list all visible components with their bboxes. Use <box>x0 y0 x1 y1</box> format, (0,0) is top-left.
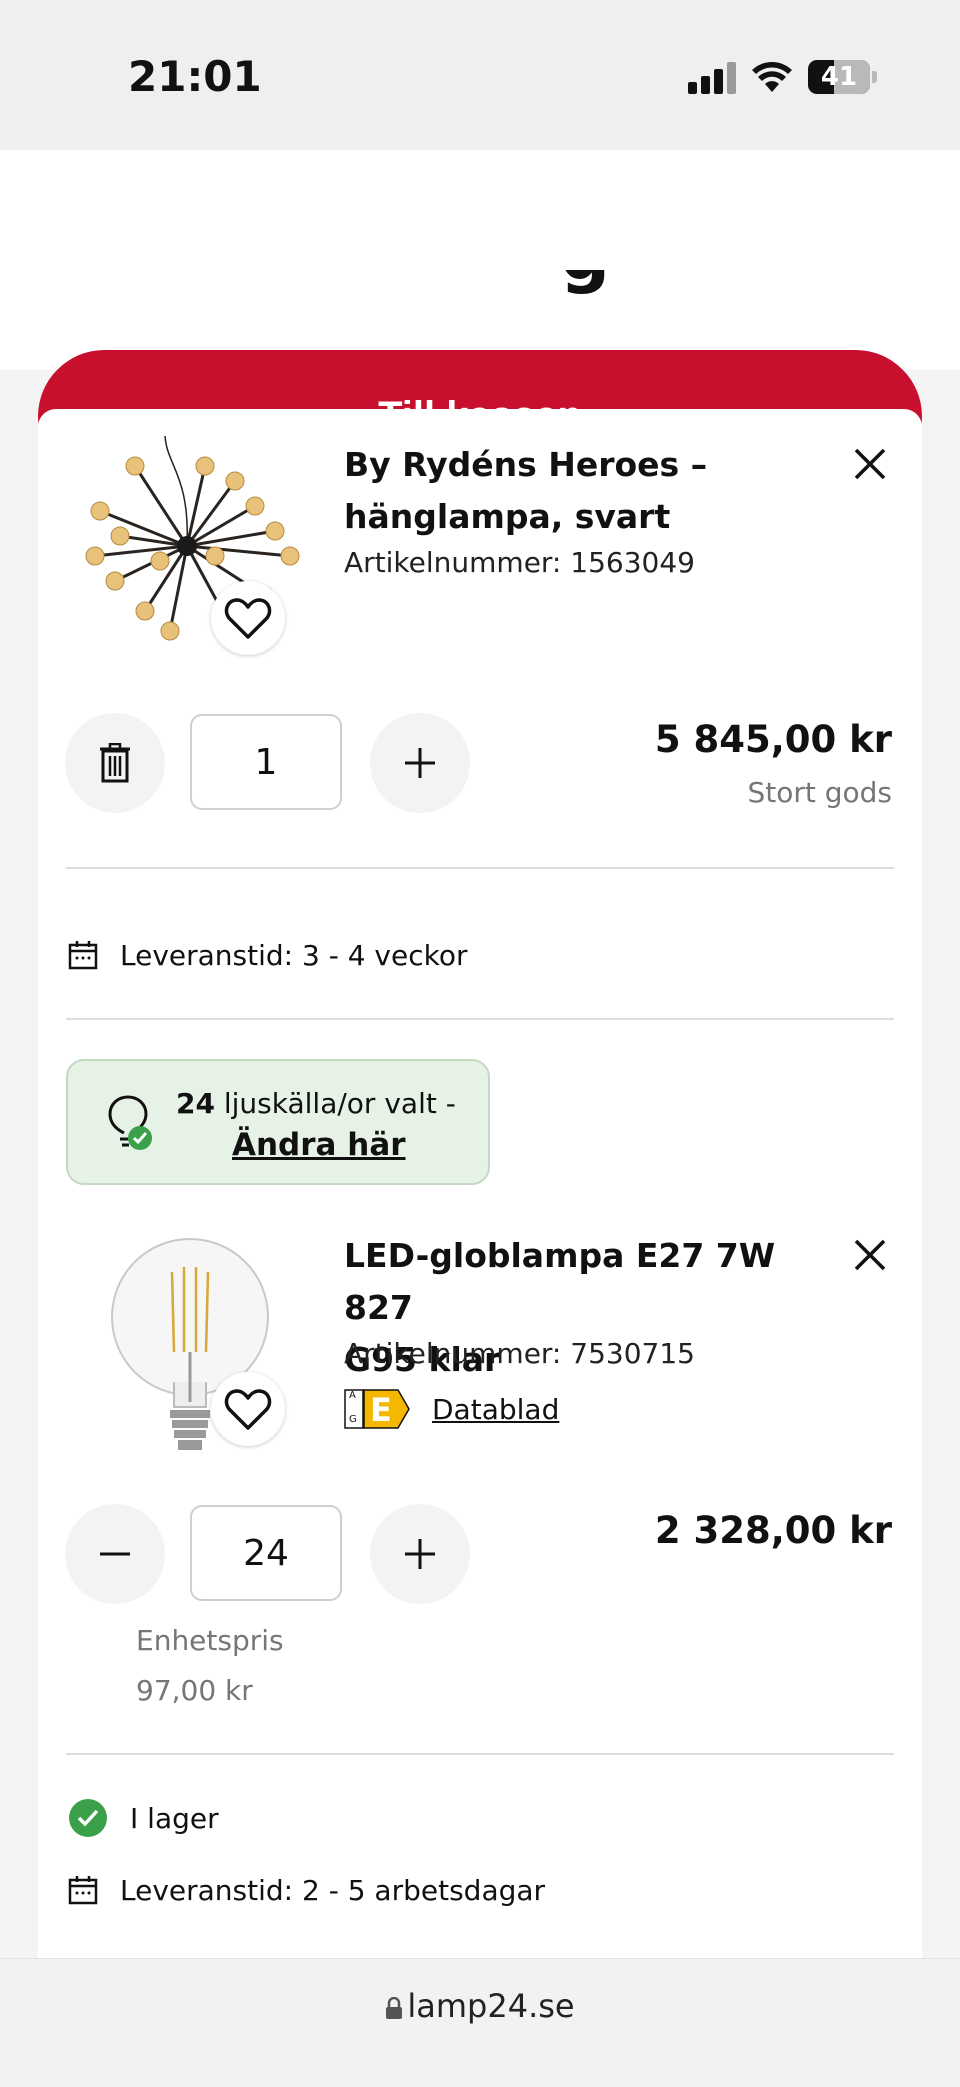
article-number: Artikelnummer: 7530715 <box>344 1337 695 1370</box>
battery-icon: 41 <box>808 60 877 94</box>
delivery-info: Leveranstid: 2 - 5 arbetsdagar <box>68 1870 545 1910</box>
url-display[interactable]: lamp24.se <box>0 1987 960 2025</box>
increase-quantity-button[interactable] <box>370 713 470 813</box>
energy-class-icon: A G E <box>344 1389 410 1429</box>
energy-label-row: A G E Datablad <box>344 1389 559 1429</box>
datasheet-link[interactable]: Datablad <box>432 1393 559 1426</box>
plus-icon <box>405 1539 435 1569</box>
heart-icon <box>224 1389 272 1430</box>
calendar-icon <box>68 941 98 970</box>
remove-item-close-icon[interactable] <box>850 444 890 484</box>
product-title[interactable]: By Rydéns Heroes – hänglampa, svart <box>344 439 824 543</box>
unit-price: 97,00 kr <box>136 1674 253 1707</box>
shipping-note: Stort gods <box>747 776 892 809</box>
status-time: 21:01 <box>128 52 262 101</box>
battery-level: 41 <box>820 62 858 92</box>
stock-status: I lager <box>68 1798 219 1838</box>
article-number: Artikelnummer: 1563049 <box>344 546 695 579</box>
favorite-button[interactable] <box>211 1372 285 1446</box>
badge-text: 24 ljuskälla/or valt - <box>176 1087 456 1120</box>
checkout-panel: g Till kassan <box>0 150 960 483</box>
unit-price-label: Enhetspris <box>136 1624 284 1657</box>
divider <box>66 867 894 869</box>
divider <box>66 1753 894 1755</box>
quantity-input[interactable] <box>190 1505 342 1601</box>
status-bar: 21:01 41 <box>0 0 960 150</box>
heart-icon <box>224 598 272 639</box>
delivery-info: Leveranstid: 3 - 4 veckor <box>68 935 467 975</box>
item-price: 5 845,00 kr <box>654 718 892 761</box>
check-circle-icon <box>69 1799 107 1837</box>
increase-quantity-button[interactable] <box>370 1504 470 1604</box>
minus-icon <box>100 1552 130 1556</box>
change-light-source-link[interactable]: Ändra här <box>232 1127 406 1163</box>
plus-icon <box>405 748 435 778</box>
favorite-button[interactable] <box>211 581 285 655</box>
divider <box>66 1018 894 1020</box>
bulb-check-icon <box>108 1095 152 1150</box>
light-source-badge[interactable]: 24 ljuskälla/or valt - Ändra här <box>66 1059 490 1185</box>
lock-icon <box>386 1996 403 2019</box>
cellular-signal-icon <box>688 62 736 94</box>
wifi-icon <box>752 62 792 92</box>
trash-icon <box>100 743 130 783</box>
clipped-heading: g <box>560 270 620 310</box>
browser-address-bar[interactable]: lamp24.se <box>0 1958 960 2087</box>
calendar-icon <box>68 1876 98 1905</box>
delete-button[interactable] <box>65 713 165 813</box>
quantity-input[interactable] <box>190 714 342 810</box>
item-price: 2 328,00 kr <box>654 1509 892 1552</box>
remove-item-close-icon[interactable] <box>850 1235 890 1275</box>
decrease-quantity-button[interactable] <box>65 1504 165 1604</box>
